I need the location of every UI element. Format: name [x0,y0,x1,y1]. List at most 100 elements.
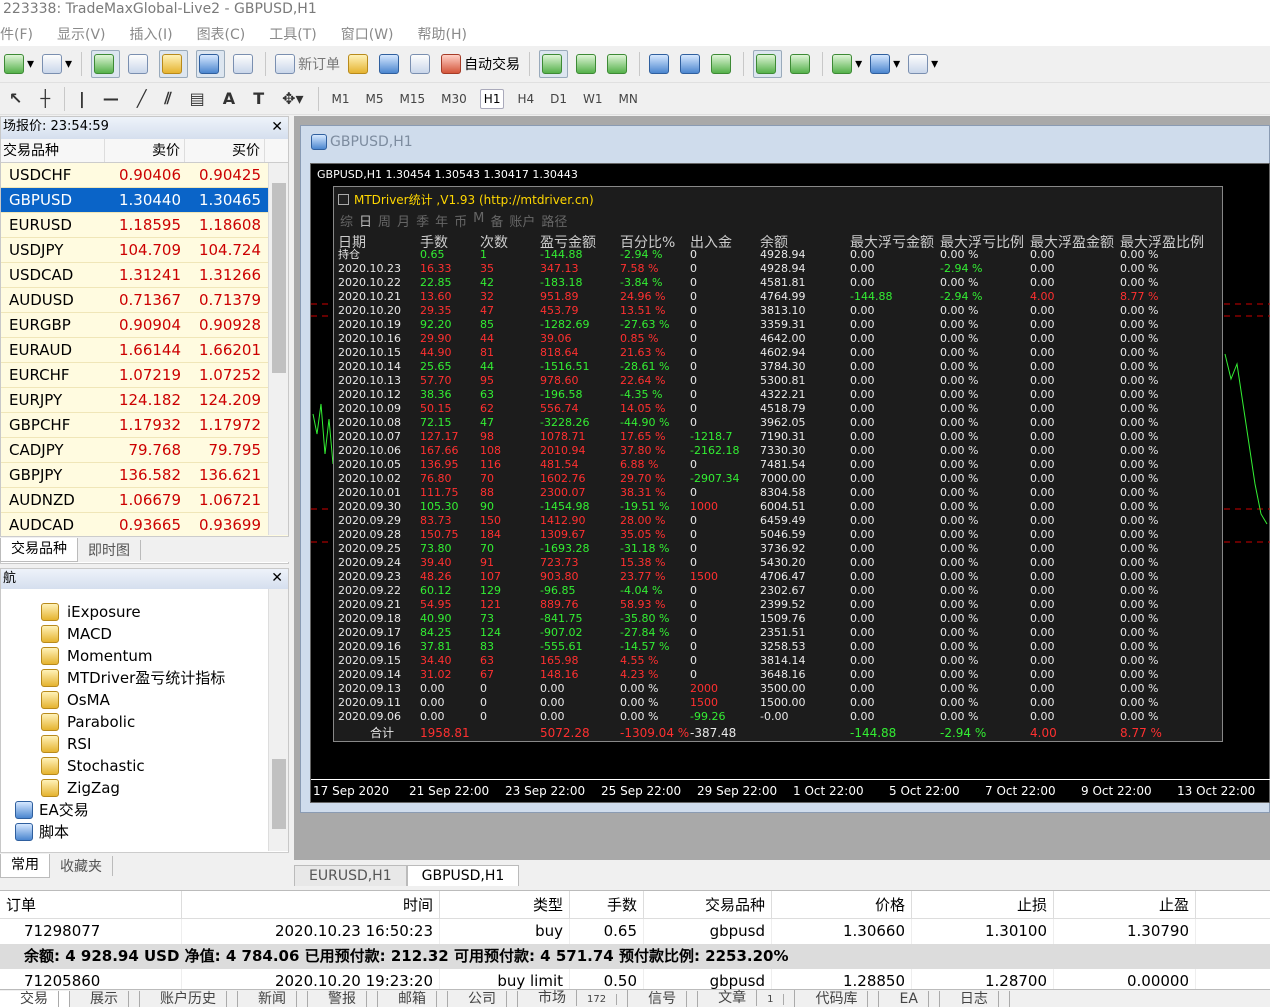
chart-shift-button[interactable] [790,50,813,78]
order-row[interactable]: 71298077 2020.10.23 16:50:23 buy 0.65 gbpusd… [0,919,1270,944]
menu-help[interactable]: 帮助(H) [418,24,467,44]
market-row[interactable]: GBPJPY 136.582 136.621 [1,463,288,488]
stats-tab[interactable]: 路径 [541,211,567,230]
crosshair-tool-icon[interactable]: ┼ [40,89,50,108]
navigator-folder[interactable]: EA交易 [1,799,288,821]
navigator-folder[interactable]: 脚本 [1,821,288,843]
zoom-out-button[interactable] [680,50,703,78]
market-row[interactable]: EURAUD 1.66144 1.66201 [1,338,288,363]
terminal-column-header[interactable]: 订单 [0,891,182,918]
menu-charts[interactable]: 图表(C) [197,24,246,44]
new-chart-button[interactable]: ▾ [4,50,34,78]
stats-tab[interactable]: 月 [397,211,410,230]
market-row[interactable]: EURCHF 1.07219 1.07252 [1,363,288,388]
fibonacci-icon[interactable]: ▤ [190,89,205,108]
terminal-tab[interactable]: 账户历史 [140,990,238,1007]
timeframe-m5[interactable]: M5 [363,90,387,108]
tab-tick-chart[interactable]: 即时图 [78,539,141,560]
market-row[interactable]: USDCAD 1.31241 1.31266 [1,263,288,288]
timeframe-d1[interactable]: D1 [547,90,570,108]
terminal-tab[interactable]: 文章 1 [698,989,796,1007]
timeframe-h1[interactable]: H1 [479,88,505,109]
terminal-tab[interactable]: 市场 172 [518,989,629,1007]
indicator-item[interactable]: iExposure [1,601,288,623]
tile-windows-button[interactable] [711,50,734,78]
terminal-tab[interactable]: 代码库 [795,990,880,1007]
text-label-icon[interactable]: T [253,89,264,108]
tab-symbols[interactable]: 交易品种 [0,537,78,562]
market-row[interactable]: GBPCHF 1.17932 1.17972 [1,413,288,438]
market-watch-scrollbar[interactable] [268,163,288,535]
strategy-tester-toggle[interactable] [233,50,256,78]
terminal-column-header[interactable]: 止盈 [1054,891,1196,918]
stats-tab[interactable]: 年 [435,211,448,230]
market-watch-toggle[interactable] [91,50,121,78]
col-symbol[interactable]: 交易品种 [1,139,105,162]
cursor-icon[interactable]: ↖ [9,89,22,108]
market-row[interactable]: EURJPY 124.182 124.209 [1,388,288,413]
timeframe-m30[interactable]: M30 [438,90,470,108]
terminal-column-header[interactable]: 交易品种 [644,891,772,918]
auto-trading-button[interactable]: 自动交易 [441,50,520,78]
market-row[interactable]: USDCHF 0.90406 0.90425 [1,163,288,188]
navigator-toggle[interactable] [159,50,189,78]
tab-gbpusd-h1[interactable]: GBPUSD,H1 [406,865,520,886]
stats-tab[interactable]: 账户 [509,211,535,230]
terminal-toggle[interactable] [196,50,226,78]
terminal-tab[interactable]: 信号 [628,990,699,1007]
menu-window[interactable]: 窗口(W) [341,24,394,44]
horizontal-line-icon[interactable]: — [103,89,119,108]
market-row[interactable]: EURGBP 0.90904 0.90928 [1,313,288,338]
metaeditor-button[interactable] [348,50,371,78]
auto-scroll-button[interactable] [753,50,783,78]
indicator-item[interactable]: OsMA [1,689,288,711]
stats-tab[interactable]: M [473,211,484,230]
candlestick-button[interactable] [576,50,599,78]
terminal-column-header[interactable]: 类型 [440,891,570,918]
stats-tab[interactable]: 季 [416,211,429,230]
terminal-column-header[interactable]: 止损 [912,891,1054,918]
timeframe-mn[interactable]: MN [616,90,641,108]
profiles-button[interactable]: ▾ [42,50,72,78]
text-tool-icon[interactable]: A [223,89,235,108]
tab-common[interactable]: 常用 [0,853,50,878]
line-chart-button[interactable] [607,50,630,78]
tab-favorites[interactable]: 收藏夹 [50,855,113,876]
terminal-tab[interactable]: EA [879,990,940,1007]
zoom-in-button[interactable] [649,50,672,78]
terminal-tab[interactable]: 展示 [70,990,140,1007]
tab-eurusd-h1[interactable]: EURUSD,H1 [294,865,407,886]
terminal-tab[interactable]: 警报 [308,990,378,1007]
indicator-item[interactable]: MTDriver盈亏统计指标 [1,667,288,689]
indicator-item[interactable]: Stochastic [1,755,288,777]
signals-button[interactable] [379,50,402,78]
col-bid[interactable]: 卖价 [105,139,185,162]
col-ask[interactable]: 买价 [185,139,265,162]
menu-tools[interactable]: 工具(T) [269,24,316,44]
arrows-icon[interactable]: ✥▾ [282,89,303,108]
periods-button[interactable]: ▾ [870,50,900,78]
indicator-item[interactable]: ZigZag [1,777,288,799]
indicator-item[interactable]: Parabolic [1,711,288,733]
menu-view[interactable]: 显示(V) [57,24,106,44]
bar-chart-button[interactable] [539,50,569,78]
minimize-icon[interactable] [338,194,349,205]
terminal-column-header[interactable]: 时间 [182,891,440,918]
market-row[interactable]: GBPUSD 1.30440 1.30465 [1,188,288,213]
terminal-tab[interactable]: 交易 [0,990,70,1007]
vertical-line-icon[interactable]: | [79,89,85,108]
market-row[interactable]: EURUSD 1.18595 1.18608 [1,213,288,238]
stats-tab[interactable]: 备 [490,211,503,230]
market-row[interactable]: USDJPY 104.709 104.724 [1,238,288,263]
stats-tab[interactable]: 币 [454,211,467,230]
menu-file[interactable]: 件(F) [0,24,33,44]
timeframe-m1[interactable]: M1 [329,90,353,108]
timeframe-h4[interactable]: H4 [514,90,537,108]
terminal-column-header[interactable]: 价格 [772,891,912,918]
stats-tab[interactable]: 综 [340,211,353,230]
close-icon[interactable]: ✕ [271,117,283,137]
navigator-scrollbar[interactable] [268,589,288,851]
vps-button[interactable] [410,50,433,78]
market-row[interactable]: AUDNZD 1.06679 1.06721 [1,488,288,513]
terminal-tab[interactable]: 日志 [940,990,1010,1007]
